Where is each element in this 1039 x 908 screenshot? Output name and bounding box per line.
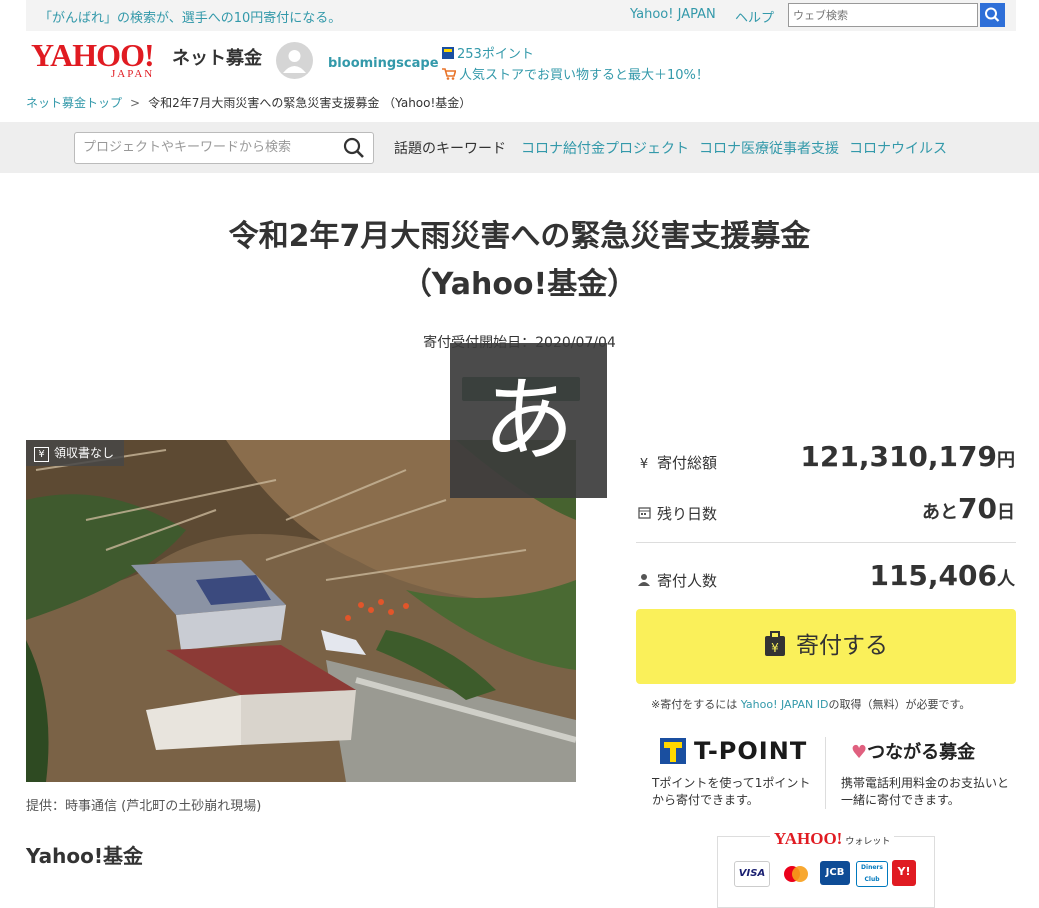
yen-icon: ¥ xyxy=(639,457,649,472)
donors-value: 115,406人 xyxy=(869,559,1015,592)
search-band: 話題のキーワード コロナ給付金プロジェクト コロナ医療従事者支援 コロナウイルス xyxy=(0,122,1039,173)
visa-card-icon: VISA xyxy=(734,861,770,887)
donors-label-text: 寄付人数 xyxy=(657,572,718,590)
promo-link[interactable]: 「がんばれ」の検索が、選手への10円寄付になる。 xyxy=(39,7,341,26)
yahoo-japan-link[interactable]: Yahoo! JAPAN xyxy=(630,7,716,22)
project-search-button[interactable] xyxy=(342,136,366,164)
days-left-label: 残り日数 xyxy=(636,503,717,524)
tpoint-icon xyxy=(442,47,454,59)
keyword-link[interactable]: コロナ給付金プロジェクト xyxy=(521,138,689,158)
tpoint-icon xyxy=(660,738,686,764)
total-amount-label: ¥ 寄付総額 xyxy=(636,452,717,473)
donate-button[interactable]: ¥ 寄付する xyxy=(636,609,1016,684)
yahoo-id-link[interactable]: Yahoo! JAPAN ID xyxy=(741,698,829,711)
project-search-box xyxy=(74,132,374,164)
days-left-prefix: あと xyxy=(922,502,959,523)
payment-divider xyxy=(825,737,826,809)
logo-text: YAHOO! xyxy=(31,37,155,73)
service-name[interactable]: ネット募金 xyxy=(172,44,262,70)
id-note: ※寄付をするには Yahoo! JAPAN IDの取得（無料）が必要です。 xyxy=(651,696,970,712)
search-icon xyxy=(985,7,1000,22)
web-search-input[interactable] xyxy=(789,4,977,27)
user-icon xyxy=(283,50,306,73)
points-text: 253ポイント xyxy=(457,47,534,62)
project-search-input[interactable] xyxy=(75,133,347,161)
days-left-value: あと70日 xyxy=(922,492,1015,525)
stats-divider xyxy=(636,542,1016,543)
keyword-link[interactable]: コロナウイルス xyxy=(849,138,947,158)
donors-unit: 人 xyxy=(997,569,1015,590)
avatar[interactable] xyxy=(276,42,313,79)
days-left-label-text: 残り日数 xyxy=(657,505,718,523)
yahoo-logo[interactable]: YAHOO! JAPAN xyxy=(31,37,155,80)
wallet-logo: YAHOO! ウォレット xyxy=(770,829,895,849)
cart-icon xyxy=(442,68,457,80)
store-promo-link[interactable]: 人気ストアでお買い物すると最大＋10%！ xyxy=(442,64,709,83)
yen-icon: ¥ xyxy=(34,447,49,462)
receipt-badge-text: 領収書なし xyxy=(54,446,115,460)
cat-heart-icon: ♥ xyxy=(851,742,868,763)
id-note-prefix: ※寄付をするには xyxy=(651,698,741,711)
wallet-logo-sub: ウォレット xyxy=(845,836,891,846)
store-promo-text: 人気ストアでお買い物すると最大＋10%！ xyxy=(459,68,709,83)
tpoint-logo-text: T-POINT xyxy=(694,737,808,765)
days-left-number: 70 xyxy=(958,492,997,525)
tpoint-description: Tポイントを使って1ポイントから寄付できます。 xyxy=(652,776,811,807)
username-link[interactable]: bloomingscape xyxy=(328,56,439,71)
breadcrumb-top-link[interactable]: ネット募金トップ xyxy=(26,96,122,110)
days-left-unit: 日 xyxy=(997,502,1015,523)
keywords-label: 話題のキーワード xyxy=(394,141,506,157)
web-search-box xyxy=(788,3,978,27)
total-amount-value: 121,310,179円 xyxy=(800,440,1015,473)
points-link[interactable]: 253ポイント xyxy=(442,43,534,62)
yahoo-wallet-panel: YAHOO! ウォレット VISA JCB Diners Club Y! xyxy=(717,829,935,908)
keyword-link[interactable]: コロナ医療従事者支援 xyxy=(699,138,839,158)
organization-heading: Yahoo!基金 xyxy=(26,844,143,868)
breadcrumb: ネット募金トップ > 令和2年7月大雨災害への緊急災害支援募金 （Yahoo!基金） xyxy=(26,94,471,111)
jcb-card-icon: JCB xyxy=(820,861,850,885)
breadcrumb-current: 令和2年7月大雨災害への緊急災害支援募金 （Yahoo!基金） xyxy=(148,96,472,110)
receipt-badge: ¥ 領収書なし xyxy=(26,440,125,466)
wallet-logo-text: YAHOO! xyxy=(774,829,843,848)
tsunagaru-logo[interactable]: ♥つながる募金 xyxy=(851,738,975,764)
breadcrumb-separator: > xyxy=(130,96,141,110)
total-amount-number: 121,310,179 xyxy=(800,440,997,473)
search-icon xyxy=(343,137,364,158)
ime-hiragana-indicator: あ xyxy=(450,343,607,498)
tsunagaru-logo-text: つながる募金 xyxy=(867,742,976,763)
svg-text:¥: ¥ xyxy=(771,641,779,655)
diners-card-icon: Diners Club xyxy=(856,861,888,887)
id-note-suffix: の取得（無料）が必要です。 xyxy=(828,698,971,711)
donate-button-content: ¥ 寄付する xyxy=(636,609,1016,684)
total-amount-label-text: 寄付総額 xyxy=(657,454,718,472)
top-bar: 「がんばれ」の検索が、選手への10円寄付になる。 Yahoo! JAPAN ヘル… xyxy=(26,0,1016,31)
title-line: （Yahoo!基金） xyxy=(401,267,638,302)
calendar-icon xyxy=(636,506,652,523)
donate-button-label: 寄付する xyxy=(796,633,888,659)
photo-caption: 提供：時事通信 (芦北町の土砂崩れ現場) xyxy=(26,799,262,814)
page-title: 令和2年7月大雨災害への緊急災害支援募金 （Yahoo!基金） xyxy=(0,213,1039,309)
help-link[interactable]: ヘルプ xyxy=(735,7,774,26)
title-line: 令和2年7月大雨災害への緊急災害支援募金 xyxy=(228,219,811,254)
person-icon xyxy=(636,573,652,590)
mastercard-icon xyxy=(778,861,814,887)
logo-sub: JAPAN xyxy=(111,68,155,80)
web-search-button[interactable] xyxy=(980,3,1005,27)
total-amount-unit: 円 xyxy=(997,450,1015,471)
donation-box-icon: ¥ xyxy=(765,631,785,656)
yahoo-card-icon: Y! xyxy=(892,860,916,886)
tsunagaru-description: 携帯電話利用料金のお支払いと一緒に寄付できます。 xyxy=(841,776,1010,807)
donors-number: 115,406 xyxy=(869,559,997,592)
donors-label: 寄付人数 xyxy=(636,570,717,591)
